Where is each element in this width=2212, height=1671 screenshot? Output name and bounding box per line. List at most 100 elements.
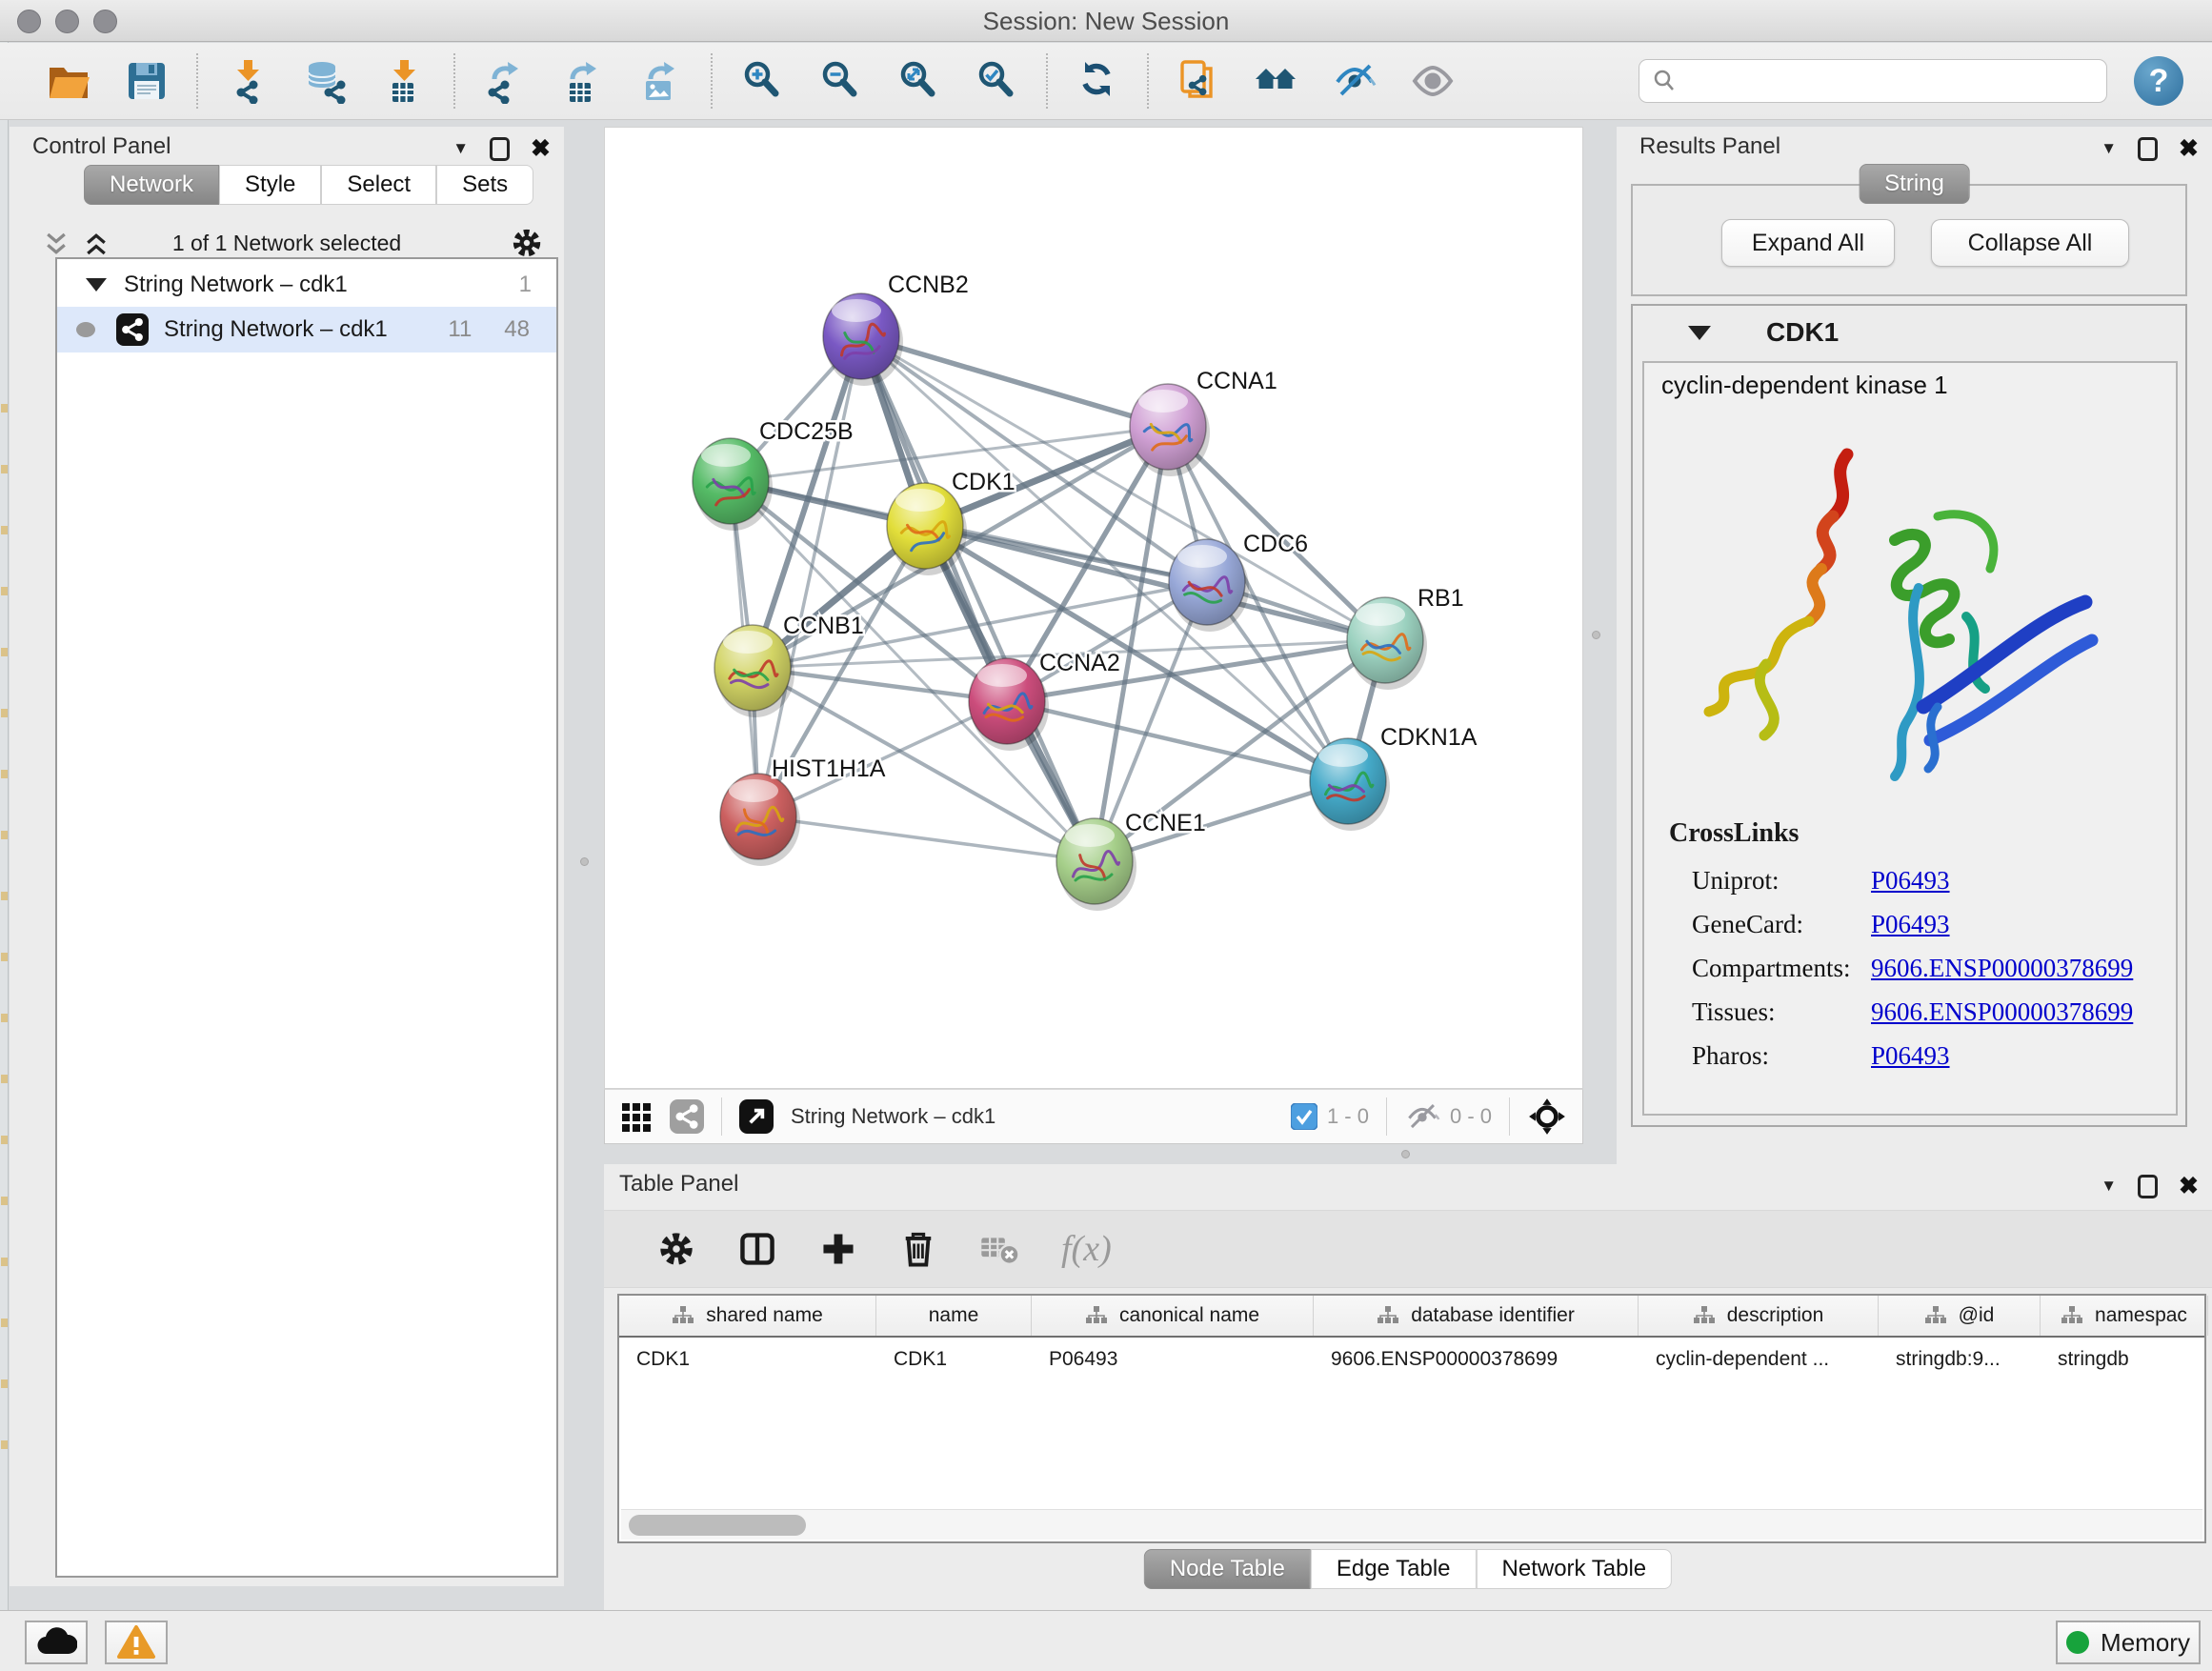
tab-node-table[interactable]: Node Table <box>1144 1549 1311 1589</box>
table-settings-gear-icon[interactable] <box>657 1230 695 1268</box>
column-header-description[interactable]: description <box>1639 1296 1879 1336</box>
network-edge[interactable] <box>758 336 861 816</box>
fit-selected-crosshair-icon[interactable] <box>1527 1097 1567 1137</box>
collapse-panel-icon[interactable]: ▼ <box>452 139 469 158</box>
column-header--id[interactable]: @id <box>1879 1296 2041 1336</box>
network-selection-status: 1 of 1 Network selected <box>10 231 564 256</box>
network-edge[interactable] <box>758 816 1095 861</box>
table-cell[interactable]: cyclin-dependent ... <box>1639 1338 1879 1381</box>
network-edge[interactable] <box>861 336 1095 861</box>
network-row-selected[interactable]: String Network – cdk1 11 48 <box>57 307 556 352</box>
home-icon[interactable] <box>1252 56 1301 106</box>
cloud-button[interactable] <box>25 1621 88 1664</box>
network-node-CDKN1A[interactable]: CDKN1A <box>1310 724 1478 831</box>
float-panel-icon[interactable] <box>2138 137 2158 161</box>
close-panel-icon[interactable]: ✖ <box>2179 134 2199 163</box>
memory-button[interactable]: Memory <box>2056 1621 2201 1664</box>
tab-sets[interactable]: Sets <box>436 165 533 205</box>
collapse-panel-icon[interactable]: ▼ <box>2101 139 2117 158</box>
collapse-all-button[interactable]: Collapse All <box>1931 219 2129 267</box>
network-canvas[interactable]: CCNB2CCNA1CDC25BCDK1CDC6RB1CCNB1CCNA2CDK… <box>604 127 1583 1089</box>
section-expand-icon[interactable] <box>1688 326 1711 340</box>
crosslinks-list: Uniprot:P06493GeneCard:P06493Compartment… <box>1692 858 2168 1077</box>
import-network-icon[interactable] <box>223 56 272 106</box>
save-session-icon[interactable] <box>122 56 171 106</box>
export-table-icon[interactable] <box>558 56 608 106</box>
preview-icon[interactable] <box>1408 56 1458 106</box>
add-column-icon[interactable] <box>819 1230 857 1268</box>
search-input[interactable] <box>1639 59 2107 103</box>
table-cell[interactable]: CDK1 <box>619 1338 876 1381</box>
warnings-button[interactable] <box>105 1621 168 1664</box>
crosslink-link[interactable]: P06493 <box>1871 866 1950 896</box>
table-cell[interactable]: stringdb <box>2041 1338 2208 1381</box>
right-splitter-handle[interactable] <box>1592 631 1600 639</box>
column-header-database-identifier[interactable]: database identifier <box>1314 1296 1639 1336</box>
close-panel-icon[interactable]: ✖ <box>531 134 551 163</box>
status-bar: Memory <box>0 1610 2212 1671</box>
column-header-canonical-name[interactable]: canonical name <box>1032 1296 1314 1336</box>
delete-column-trash-icon[interactable] <box>899 1229 937 1269</box>
close-panel-icon[interactable]: ✖ <box>2179 1172 2199 1200</box>
open-in-window-icon[interactable] <box>739 1099 774 1134</box>
bottom-splitter-handle[interactable] <box>1401 1150 1410 1158</box>
left-splitter-handle[interactable] <box>580 857 589 866</box>
hide-unhide-icon[interactable] <box>1330 56 1379 106</box>
table-cell[interactable]: stringdb:9... <box>1879 1338 2041 1381</box>
zoom-selected-icon[interactable] <box>972 56 1021 106</box>
table-cell[interactable]: 9606.ENSP00000378699 <box>1314 1338 1639 1381</box>
collapse-panel-icon[interactable]: ▼ <box>2101 1177 2117 1196</box>
tab-network[interactable]: Network <box>84 165 219 205</box>
zoom-fit-icon[interactable] <box>894 56 943 106</box>
table-row[interactable]: CDK1CDK1P064939606.ENSP00000378699cyclin… <box>619 1338 2204 1381</box>
tab-string[interactable]: String <box>1859 164 1970 204</box>
network-node-HIST1H1A[interactable]: HIST1H1A <box>720 755 886 866</box>
column-header-name[interactable]: name <box>876 1296 1032 1336</box>
warning-icon <box>116 1624 156 1661</box>
zoom-in-icon[interactable] <box>737 56 787 106</box>
import-database-icon[interactable] <box>301 56 351 106</box>
network-edge[interactable] <box>861 336 1168 427</box>
gene-section-header[interactable]: CDK1 <box>1633 306 2185 359</box>
show-column-icon[interactable] <box>737 1230 777 1268</box>
birdseye-grid-icon[interactable] <box>620 1099 654 1134</box>
crosslink-link[interactable]: P06493 <box>1871 910 1950 939</box>
tab-style[interactable]: Style <box>219 165 321 205</box>
export-network-icon[interactable] <box>480 56 530 106</box>
network-node-CCNE1[interactable]: CCNE1 <box>1056 810 1206 911</box>
export-image-icon[interactable] <box>636 56 686 106</box>
network-collection-row[interactable]: String Network – cdk1 1 <box>57 265 556 305</box>
horizontal-scrollbar[interactable] <box>621 1509 2202 1540</box>
refresh-icon[interactable] <box>1073 56 1122 106</box>
selected-checkbox-icon[interactable] <box>1291 1103 1317 1130</box>
crosslink-link[interactable]: P06493 <box>1871 1041 1950 1071</box>
crosslink-link[interactable]: 9606.ENSP00000378699 <box>1871 997 2133 1027</box>
tab-select[interactable]: Select <box>321 165 436 205</box>
network-node-CDK1[interactable]: CDK1 <box>887 469 1016 575</box>
search-field[interactable] <box>1678 68 2087 94</box>
network-node-RB1[interactable]: RB1 <box>1347 585 1464 690</box>
float-panel-icon[interactable] <box>2138 1175 2158 1198</box>
help-button[interactable]: ? <box>2134 56 2183 106</box>
import-table-icon[interactable] <box>379 56 429 106</box>
tab-edge-table[interactable]: Edge Table <box>1311 1549 1477 1589</box>
open-session-icon[interactable] <box>44 56 93 106</box>
clone-network-icon[interactable] <box>1174 56 1223 106</box>
zoom-out-icon[interactable] <box>815 56 865 106</box>
crosslink-link[interactable]: 9606.ENSP00000378699 <box>1871 954 2133 983</box>
column-header-namespac[interactable]: namespac <box>2041 1296 2208 1336</box>
network-node-CCNA2[interactable]: CCNA2 <box>969 650 1120 751</box>
table-cell[interactable]: P06493 <box>1032 1338 1314 1381</box>
string-style-icon[interactable] <box>670 1099 704 1134</box>
collection-expand-icon[interactable] <box>86 278 107 292</box>
control-panel: Control Panel ▼ ✖ NetworkStyleSelectSets… <box>10 127 564 1586</box>
tab-network-table[interactable]: Network Table <box>1477 1549 1673 1589</box>
network-options-gear-icon[interactable] <box>511 227 543 259</box>
column-header-shared-name[interactable]: shared name <box>619 1296 876 1336</box>
scrollbar-thumb[interactable] <box>629 1515 806 1536</box>
network-edge[interactable] <box>1007 701 1348 781</box>
float-panel-icon[interactable] <box>490 137 510 161</box>
table-cell[interactable]: CDK1 <box>876 1338 1032 1381</box>
toolbar-separator <box>196 53 198 109</box>
expand-all-button[interactable]: Expand All <box>1721 219 1895 267</box>
